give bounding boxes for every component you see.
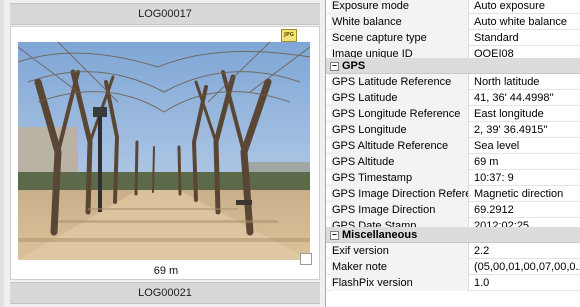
prop-row[interactable]: Exposure mode Auto exposure	[326, 0, 580, 14]
prop-value[interactable]: 2.2	[470, 243, 580, 259]
thumbnail-label-prev[interactable]: LOG00017	[10, 3, 320, 25]
prop-row[interactable]: White balance Auto white balance	[326, 14, 580, 30]
pane-edge	[0, 0, 4, 307]
prop-key: GPS Longitude Reference	[331, 106, 469, 122]
prop-row[interactable]: GPS Latitude 41, 36' 44.4998''	[326, 90, 580, 106]
prop-row[interactable]: GPS Longitude 2, 39' 36.4915''	[326, 122, 580, 138]
prop-key: GPS Altitude Reference	[331, 138, 469, 154]
prop-row[interactable]: GPS Timestamp 10:37: 9	[326, 170, 580, 186]
prop-key: GPS Image Direction Refere...	[331, 186, 469, 202]
thumbnail-card[interactable]: JPG 69 m	[10, 26, 320, 280]
collapse-icon[interactable]: −	[330, 62, 339, 71]
prop-row[interactable]: FlashPix version 1.0	[326, 275, 580, 291]
thumbnail-label[interactable]: LOG00021	[10, 282, 320, 304]
prop-key: White balance	[331, 14, 469, 30]
section-title: GPS	[342, 60, 366, 72]
prop-value[interactable]: North latitude	[470, 74, 580, 90]
prop-key: Exposure mode	[331, 0, 469, 14]
property-grid: Exposure mode Auto exposure White balanc…	[325, 0, 580, 307]
prop-value[interactable]: Sea level	[470, 138, 580, 154]
section-miscellaneous[interactable]: − Miscellaneous	[326, 227, 580, 243]
prop-value[interactable]: 1.0	[470, 275, 580, 291]
prop-key: GPS Latitude Reference	[331, 74, 469, 90]
prop-row[interactable]: Exif version 2.2	[326, 243, 580, 259]
prop-key: GPS Latitude	[331, 90, 469, 106]
prop-key: GPS Longitude	[331, 122, 469, 138]
prop-value[interactable]: Standard	[470, 30, 580, 46]
thumbnail-caption: 69 m	[153, 265, 179, 277]
select-checkbox[interactable]	[300, 253, 312, 265]
prop-key: FlashPix version	[331, 275, 469, 291]
prop-key: GPS Altitude	[331, 154, 469, 170]
prop-value[interactable]: 41, 36' 44.4998''	[470, 90, 580, 106]
photo-thumbnail[interactable]	[18, 42, 310, 260]
prop-row[interactable]: GPS Latitude Reference North latitude	[326, 74, 580, 90]
prop-row[interactable]: Maker note (05,00,01,00,07,00,0...	[326, 259, 580, 275]
prop-row[interactable]: GPS Image Direction Refere... Magnetic d…	[326, 186, 580, 202]
prop-row[interactable]: Scene capture type Standard	[326, 30, 580, 46]
jpg-file-icon: JPG	[281, 29, 297, 42]
prop-key: Exif version	[331, 243, 469, 259]
prop-value[interactable]: (05,00,01,00,07,00,0...	[470, 259, 580, 275]
collapse-icon[interactable]: −	[330, 231, 339, 240]
prop-key: GPS Image Direction	[331, 202, 469, 218]
prop-row[interactable]: GPS Longitude Reference East longitude	[326, 106, 580, 122]
prop-value[interactable]: 2, 39' 36.4915''	[470, 122, 580, 138]
prop-key: Scene capture type	[331, 30, 469, 46]
prop-value[interactable]: Auto exposure	[470, 0, 580, 14]
prop-value[interactable]: East longitude	[470, 106, 580, 122]
prop-key: GPS Timestamp	[331, 170, 469, 186]
section-title: Miscellaneous	[342, 229, 418, 241]
thumbnail-pane: LOG00017 JPG 69 m LOG00021	[0, 0, 324, 307]
prop-value[interactable]: 10:37: 9	[470, 170, 580, 186]
prop-row[interactable]: GPS Altitude Reference Sea level	[326, 138, 580, 154]
prop-row[interactable]: GPS Image Direction 69.2912	[326, 202, 580, 218]
prop-value[interactable]: Magnetic direction	[470, 186, 580, 202]
prop-value[interactable]: 69.2912	[470, 202, 580, 218]
prop-key: Maker note	[331, 259, 469, 275]
prop-row[interactable]: GPS Altitude 69 m	[326, 154, 580, 170]
prop-value[interactable]: 69 m	[470, 154, 580, 170]
prop-value[interactable]: Auto white balance	[470, 14, 580, 30]
section-gps[interactable]: − GPS	[326, 58, 580, 74]
tree-lined-promenade-photo	[18, 42, 310, 260]
